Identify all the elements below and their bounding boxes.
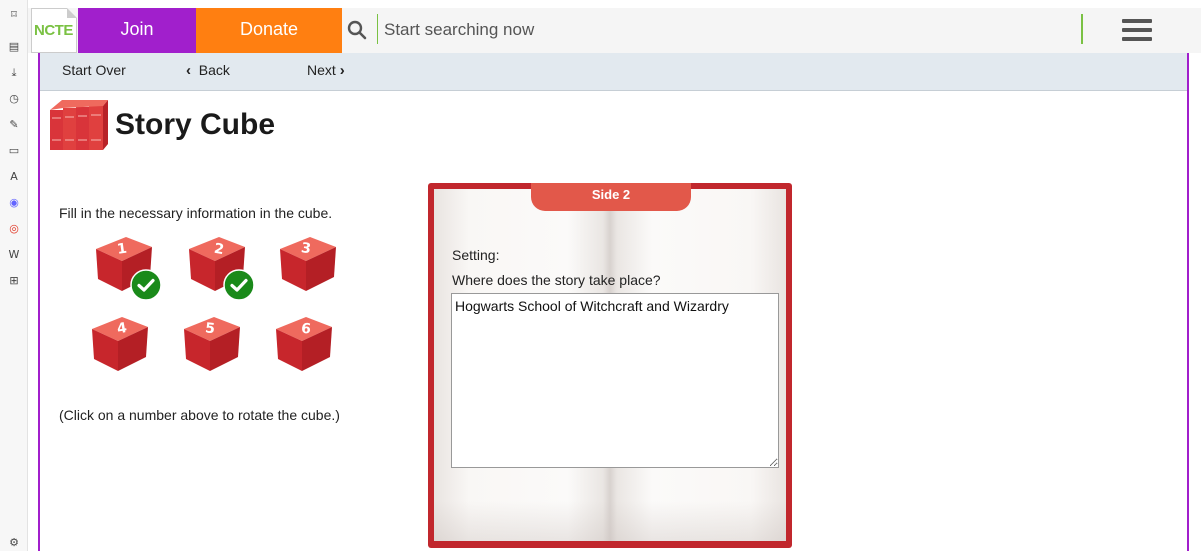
next-label: Next bbox=[307, 62, 336, 78]
story-book: Side 2 Setting: Where does the story tak… bbox=[428, 183, 792, 548]
mastodon-icon[interactable]: ◉ bbox=[7, 196, 21, 210]
instruction-text: Fill in the necessary information in the… bbox=[59, 205, 333, 221]
checkmark-icon bbox=[130, 269, 162, 301]
reading-list-icon[interactable]: ▤ bbox=[7, 40, 21, 54]
add-panel-icon[interactable]: ⊞ bbox=[7, 274, 21, 288]
page-root: { "header": { "logo_text": "NCTE", "join… bbox=[0, 0, 1201, 551]
site-header: NCTE Join Donate bbox=[28, 8, 1201, 53]
search-input[interactable] bbox=[384, 14, 1074, 46]
next-link[interactable]: Next › bbox=[307, 62, 345, 79]
vivaldi-icon[interactable]: ◎ bbox=[7, 222, 21, 236]
chevron-right-icon: › bbox=[339, 62, 345, 79]
side-label: Side 2 bbox=[531, 183, 691, 211]
back-link[interactable]: ‹ Back bbox=[186, 62, 230, 79]
cube-5-number: 5 bbox=[204, 320, 215, 337]
search-divider bbox=[377, 14, 378, 44]
start-over-label: Start Over bbox=[62, 62, 126, 78]
cube-6-number: 6 bbox=[300, 321, 311, 338]
rotate-hint: (Click on a number above to rotate the c… bbox=[59, 407, 340, 423]
content-frame: Start Over ‹ Back Next › Story Cube Fill… bbox=[38, 53, 1189, 551]
window-icon[interactable]: ▭ bbox=[7, 144, 21, 158]
start-over-link[interactable]: Start Over bbox=[62, 62, 126, 78]
notes-icon[interactable]: ✎ bbox=[7, 118, 21, 132]
chevron-left-icon: ‹ bbox=[186, 62, 191, 79]
field-question: Where does the story take place? bbox=[452, 272, 661, 288]
page-title: Story Cube bbox=[115, 108, 276, 141]
book-pages: Side 2 Setting: Where does the story tak… bbox=[434, 183, 786, 541]
checkmark-icon bbox=[223, 269, 255, 301]
logo-text: NCTE bbox=[34, 22, 73, 39]
browser-sidebar: ⌑ ▤ ⤓ ◷ ✎ ▭ A ◉ ◎ W ⊞ ⚙ bbox=[0, 0, 28, 551]
cube-6-button[interactable]: 6 bbox=[272, 309, 336, 373]
history-icon[interactable]: ◷ bbox=[7, 92, 21, 106]
bookmark-icon[interactable]: ⌑ bbox=[7, 8, 21, 22]
wikipedia-icon[interactable]: W bbox=[7, 248, 21, 262]
search-icon[interactable] bbox=[346, 19, 368, 41]
cube-5-button[interactable]: 5 bbox=[180, 309, 244, 373]
ncte-logo[interactable]: NCTE bbox=[31, 8, 77, 53]
join-button[interactable]: Join bbox=[78, 8, 196, 53]
back-label: Back bbox=[198, 62, 230, 78]
translate-icon[interactable]: A bbox=[7, 170, 21, 184]
menu-divider bbox=[1081, 14, 1083, 44]
story-subnav: Start Over ‹ Back Next › bbox=[40, 53, 1187, 91]
download-icon[interactable]: ⤓ bbox=[7, 66, 21, 80]
donate-button[interactable]: Donate bbox=[196, 8, 342, 53]
logo-fold bbox=[67, 8, 77, 18]
field-label: Setting: bbox=[452, 247, 500, 263]
books-icon bbox=[50, 100, 108, 150]
menu-icon[interactable] bbox=[1122, 19, 1152, 41]
settings-icon[interactable]: ⚙ bbox=[7, 536, 21, 550]
cube-4-button[interactable]: 4 bbox=[88, 309, 152, 373]
cube-3-button[interactable]: 3 bbox=[276, 229, 340, 293]
answer-textarea[interactable]: Hogwarts School of Witchcraft and Wizard… bbox=[451, 293, 779, 468]
